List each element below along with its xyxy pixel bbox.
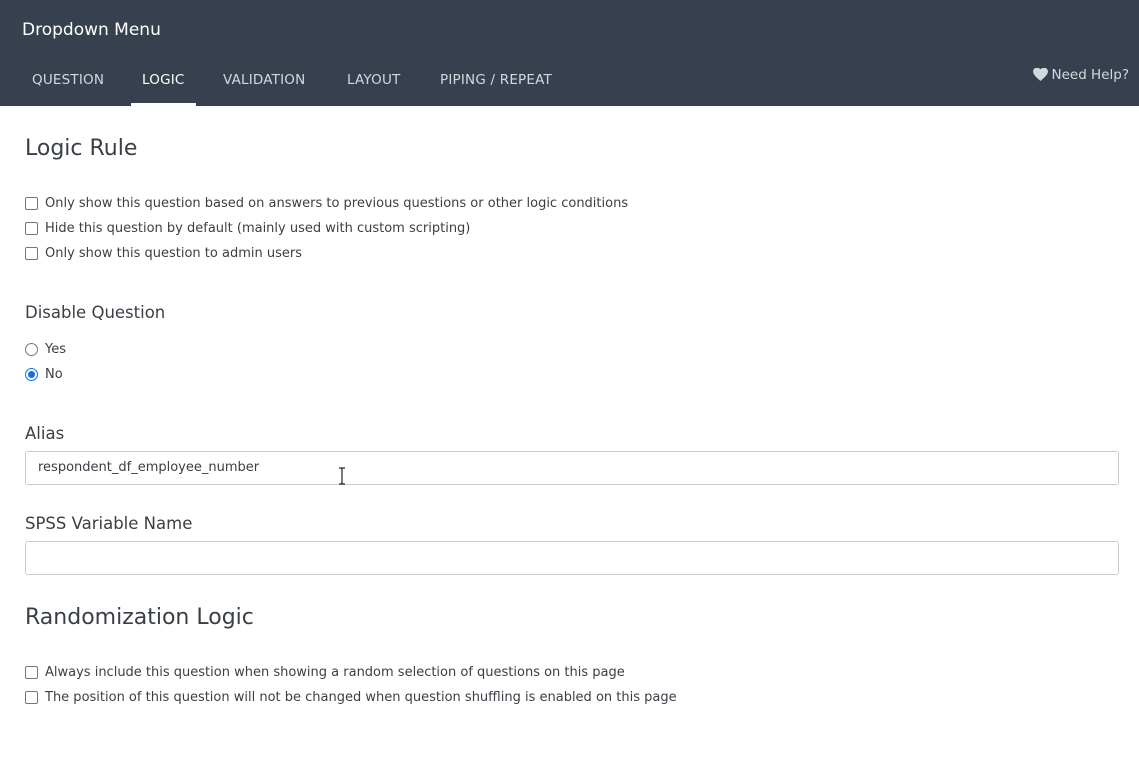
alias-input[interactable]: respondent_df_employee_number — [25, 451, 1119, 485]
tab-layout[interactable]: LAYOUT — [347, 60, 400, 106]
checkbox[interactable] — [25, 665, 38, 679]
checkbox-label: Always include this question when showin… — [45, 664, 625, 680]
radio-label: No — [45, 366, 63, 382]
header-bar: Dropdown Menu QUESTION LOGIC VALIDATION … — [0, 0, 1139, 106]
checkbox[interactable] — [25, 246, 38, 260]
tab-validation[interactable]: VALIDATION — [223, 60, 305, 106]
logic-option-admin-only[interactable]: Only show this question to admin users — [25, 243, 302, 263]
disable-option-yes[interactable]: Yes — [25, 339, 66, 359]
need-help-link[interactable]: Need Help? — [1033, 65, 1129, 85]
radio-button[interactable] — [25, 342, 38, 356]
disable-question-heading: Disable Question — [25, 303, 166, 322]
checkbox-label: Hide this question by default (mainly us… — [45, 220, 471, 236]
dialog-title: Dropdown Menu — [22, 20, 161, 40]
checkbox[interactable] — [25, 221, 38, 235]
checkbox-label: Only show this question based on answers… — [45, 195, 629, 211]
tab-piping-repeat[interactable]: PIPING / REPEAT — [440, 60, 552, 106]
checkbox[interactable] — [25, 690, 38, 704]
heart-icon — [1033, 67, 1049, 81]
spss-label: SPSS Variable Name — [25, 514, 193, 533]
checkbox[interactable] — [25, 196, 38, 210]
tab-question[interactable]: QUESTION — [32, 60, 104, 106]
text-cursor-icon — [339, 467, 345, 485]
randomization-option-fixed-position[interactable]: The position of this question will not b… — [25, 687, 677, 707]
randomization-heading: Randomization Logic — [25, 605, 254, 630]
radio-button[interactable] — [25, 367, 38, 381]
alias-label: Alias — [25, 424, 65, 443]
logic-rule-heading: Logic Rule — [25, 136, 138, 161]
logic-option-hide-default[interactable]: Hide this question by default (mainly us… — [25, 218, 470, 238]
disable-option-no[interactable]: No — [25, 364, 63, 384]
need-help-label: Need Help? — [1051, 67, 1129, 83]
checkbox-label: The position of this question will not b… — [45, 689, 677, 705]
tab-logic[interactable]: LOGIC — [131, 60, 195, 106]
radio-label: Yes — [45, 341, 66, 357]
spss-variable-input[interactable] — [25, 541, 1119, 575]
checkbox-label: Only show this question to admin users — [45, 245, 302, 261]
logic-option-conditional[interactable]: Only show this question based on answers… — [25, 193, 628, 213]
randomization-option-always-include[interactable]: Always include this question when showin… — [25, 662, 625, 682]
